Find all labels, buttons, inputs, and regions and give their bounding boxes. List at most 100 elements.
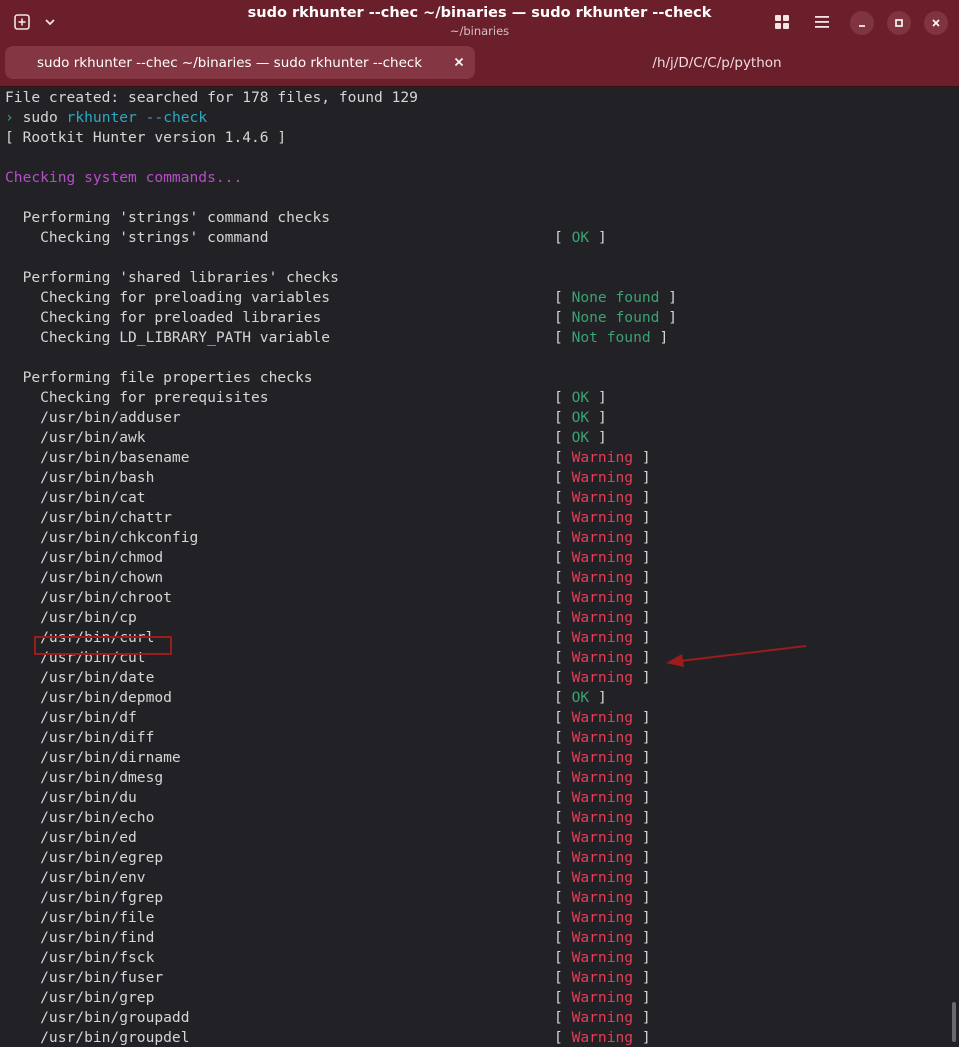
warning-status: Warning — [571, 609, 634, 626]
annotation-highlight-box — [34, 636, 172, 655]
overview-button[interactable] — [770, 10, 794, 34]
warning-status: Warning — [571, 489, 634, 506]
status-bracket: [ — [554, 389, 572, 406]
prompt-command: sudo — [22, 109, 58, 126]
status-bracket: ] — [633, 829, 651, 846]
tab-rkhunter[interactable]: sudo rkhunter --chec ~/binaries — sudo r… — [5, 46, 475, 79]
status-bracket: ] — [589, 429, 607, 446]
warning-status: Warning — [571, 869, 634, 886]
check-label: /usr/bin/chown — [5, 569, 164, 586]
warning-status: Warning — [571, 1029, 634, 1046]
status-bracket: ] — [633, 729, 651, 746]
status-bracket: [ — [554, 769, 572, 786]
warning-status: Warning — [571, 989, 634, 1006]
status-bracket: [ — [554, 689, 572, 706]
check-label: /usr/bin/fuser — [5, 969, 164, 986]
warning-status: Warning — [571, 789, 634, 806]
check-label: /usr/bin/file — [5, 909, 155, 926]
check-label: /usr/bin/fgrep — [5, 889, 164, 906]
status-bracket: ] — [633, 949, 651, 966]
check-status: [ Warning ] — [554, 968, 651, 988]
group-header: Performing 'shared libraries' checks — [5, 269, 339, 286]
check-status: [ Warning ] — [554, 868, 651, 888]
status-bracket: ] — [633, 649, 651, 666]
warning-status: Warning — [571, 849, 634, 866]
scrollbar[interactable] — [952, 1002, 956, 1042]
check-label: /usr/bin/dmesg — [5, 769, 164, 786]
check-status: [ Warning ] — [554, 808, 651, 828]
status-bracket: ] — [633, 449, 651, 466]
new-tab-button[interactable] — [10, 10, 34, 34]
status-bracket: [ — [554, 649, 572, 666]
check-label: /usr/bin/chmod — [5, 549, 164, 566]
check-status: [ OK ] — [554, 688, 607, 708]
ok-status: None found — [571, 289, 660, 306]
check-status: [ OK ] — [554, 388, 607, 408]
check-label: /usr/bin/dirname — [5, 749, 181, 766]
status-bracket: ] — [633, 849, 651, 866]
check-label: /usr/bin/basename — [5, 449, 190, 466]
warning-status: Warning — [571, 969, 634, 986]
check-label: /usr/bin/du — [5, 789, 137, 806]
tab-python[interactable]: /h/j/D/C/C/p/python — [480, 46, 954, 79]
status-bracket: [ — [554, 869, 572, 886]
status-bracket: [ — [554, 229, 572, 246]
check-status: [ Warning ] — [554, 628, 651, 648]
maximize-button[interactable] — [887, 11, 911, 35]
status-bracket: [ — [554, 1029, 572, 1046]
status-bracket: ] — [633, 529, 651, 546]
warning-status: Warning — [571, 469, 634, 486]
status-bracket: ] — [633, 869, 651, 886]
close-window-button[interactable] — [924, 11, 948, 35]
status-bracket: ] — [633, 709, 651, 726]
check-label: /usr/bin/chattr — [5, 509, 172, 526]
status-bracket: [ — [554, 289, 572, 306]
check-status: [ Warning ] — [554, 488, 651, 508]
check-label: /usr/bin/cp — [5, 609, 137, 626]
status-bracket: ] — [633, 969, 651, 986]
check-status: [ Warning ] — [554, 588, 651, 608]
status-bracket: [ — [554, 969, 572, 986]
warning-status: Warning — [571, 729, 634, 746]
status-bracket: ] — [633, 469, 651, 486]
warning-status: Warning — [571, 629, 634, 646]
status-bracket: [ — [554, 489, 572, 506]
tab-close-button[interactable] — [451, 54, 467, 70]
check-status: [ Warning ] — [554, 708, 651, 728]
status-bracket: [ — [554, 1009, 572, 1026]
check-status: [ Warning ] — [554, 748, 651, 768]
check-status: [ Warning ] — [554, 1008, 651, 1028]
check-label: /usr/bin/diff — [5, 729, 155, 746]
check-status: [ Warning ] — [554, 928, 651, 948]
check-label: /usr/bin/grep — [5, 989, 155, 1006]
minimize-button[interactable] — [850, 11, 874, 35]
check-label: /usr/bin/cat — [5, 489, 146, 506]
status-bracket: [ — [554, 729, 572, 746]
status-bracket: ] — [633, 629, 651, 646]
tab-menu-button[interactable] — [38, 10, 62, 34]
status-bracket: ] — [633, 989, 651, 1006]
output-line: File created: searched for 178 files, fo… — [5, 89, 418, 106]
check-status: [ Warning ] — [554, 768, 651, 788]
maximize-icon — [895, 19, 903, 27]
warning-status: Warning — [571, 889, 634, 906]
warning-status: Warning — [571, 909, 634, 926]
warning-status: Warning — [571, 829, 634, 846]
status-bracket: ] — [659, 309, 678, 326]
check-status: [ Warning ] — [554, 528, 651, 548]
main-menu-button[interactable] — [810, 10, 834, 34]
check-label: /usr/bin/fsck — [5, 949, 155, 966]
tab-label: sudo rkhunter --chec ~/binaries — sudo r… — [37, 54, 423, 71]
terminal-output[interactable]: File created: searched for 178 files, fo… — [0, 87, 959, 1047]
check-label: Checking for prerequisites — [5, 389, 269, 406]
check-status: [ None found ] — [554, 288, 677, 308]
check-label: /usr/bin/awk — [5, 429, 146, 446]
warning-status: Warning — [571, 749, 634, 766]
status-bracket: ] — [633, 909, 651, 926]
check-status: [ Warning ] — [554, 888, 651, 908]
status-bracket: [ — [554, 589, 572, 606]
status-bracket: [ — [554, 749, 572, 766]
check-label: Checking for preloaded libraries — [5, 309, 322, 326]
check-status: [ OK ] — [554, 408, 607, 428]
status-bracket: ] — [589, 389, 607, 406]
